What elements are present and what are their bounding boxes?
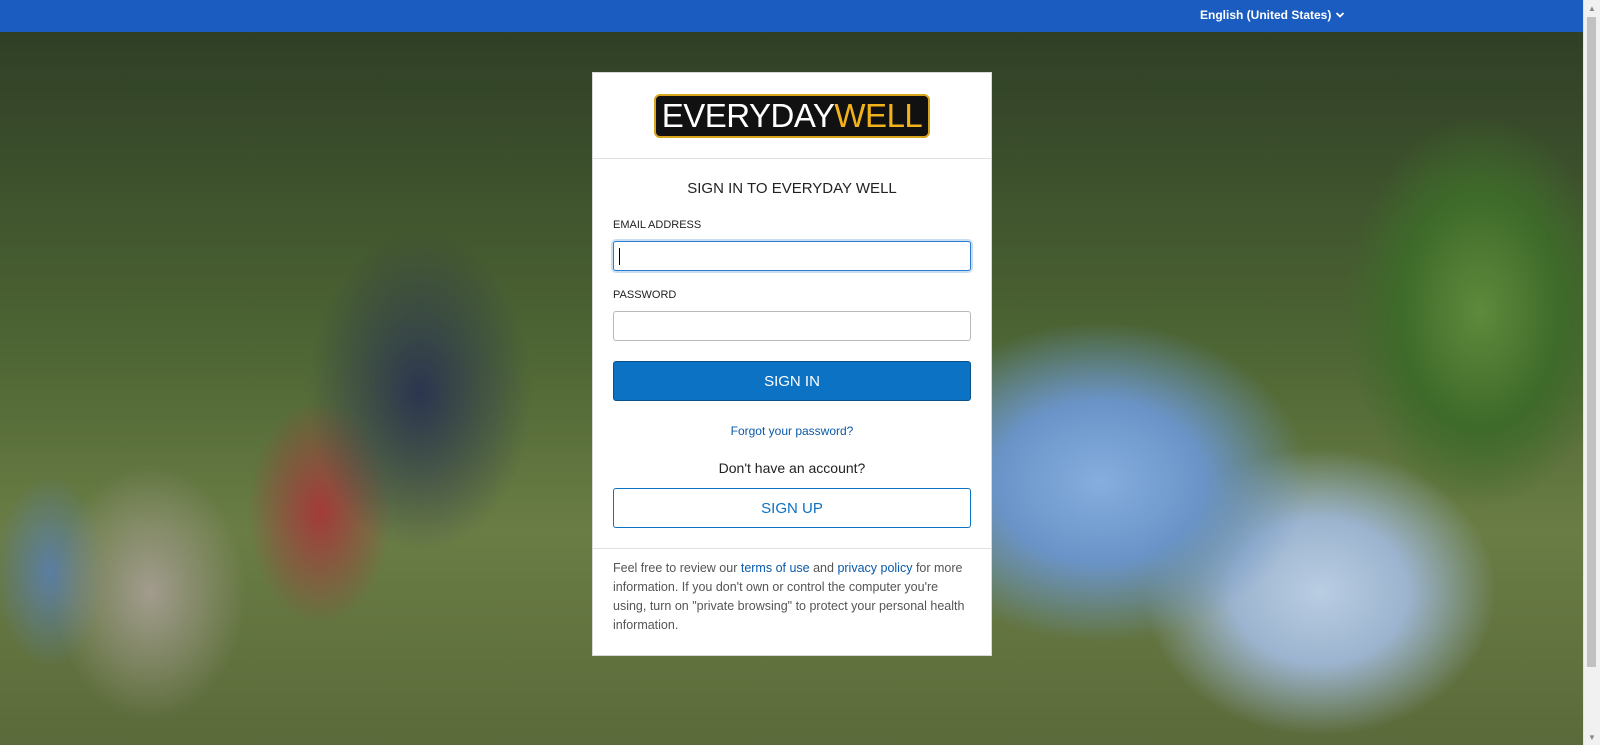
language-label: English (United States) [1200,8,1332,22]
password-field[interactable] [613,311,971,341]
top-bar: English (United States) [0,0,1584,32]
language-selector[interactable]: English (United States) [1200,8,1345,22]
note-text-before: Feel free to review our [613,561,741,575]
text-caret [619,248,620,265]
email-label: EMAIL ADDRESS [613,219,702,231]
logo-area: EVERYDAY WELL [593,73,991,159]
terms-of-use-link[interactable]: terms of use [741,561,810,575]
note-text-and: and [809,561,838,575]
no-account-text: Don't have an account? [718,460,866,476]
vertical-scrollbar[interactable]: ▲ ▼ [1583,0,1600,745]
logo-word-well: WELL [834,96,923,134]
sign-in-card: EVERYDAY WELL SIGN IN TO EVERYDAY WELL EM… [592,72,992,656]
sign-up-button[interactable]: SIGN UP [613,488,971,528]
chevron-down-icon [1336,12,1345,18]
privacy-note: Feel free to review our terms of use and… [593,549,991,635]
logo-word-everyday: EVERYDAY [661,96,835,134]
form-title: SIGN IN TO EVERYDAY WELL [687,180,897,197]
scroll-thumb[interactable] [1587,17,1596,667]
scroll-up-arrow-icon[interactable]: ▲ [1584,0,1600,16]
privacy-policy-link[interactable]: privacy policy [837,561,912,575]
forgot-password-link[interactable]: Forgot your password? [613,424,971,438]
email-field[interactable] [613,241,971,271]
page: English (United States) EVERYDAY WELL SIG… [0,0,1600,745]
everyday-well-logo: EVERYDAY WELL [654,93,930,138]
password-label: PASSWORD [613,289,677,301]
scroll-down-arrow-icon[interactable]: ▼ [1584,729,1600,745]
sign-in-form: SIGN IN TO EVERYDAY WELL EMAIL ADDRESS P… [593,180,991,528]
sign-in-button[interactable]: SIGN IN [613,361,971,401]
